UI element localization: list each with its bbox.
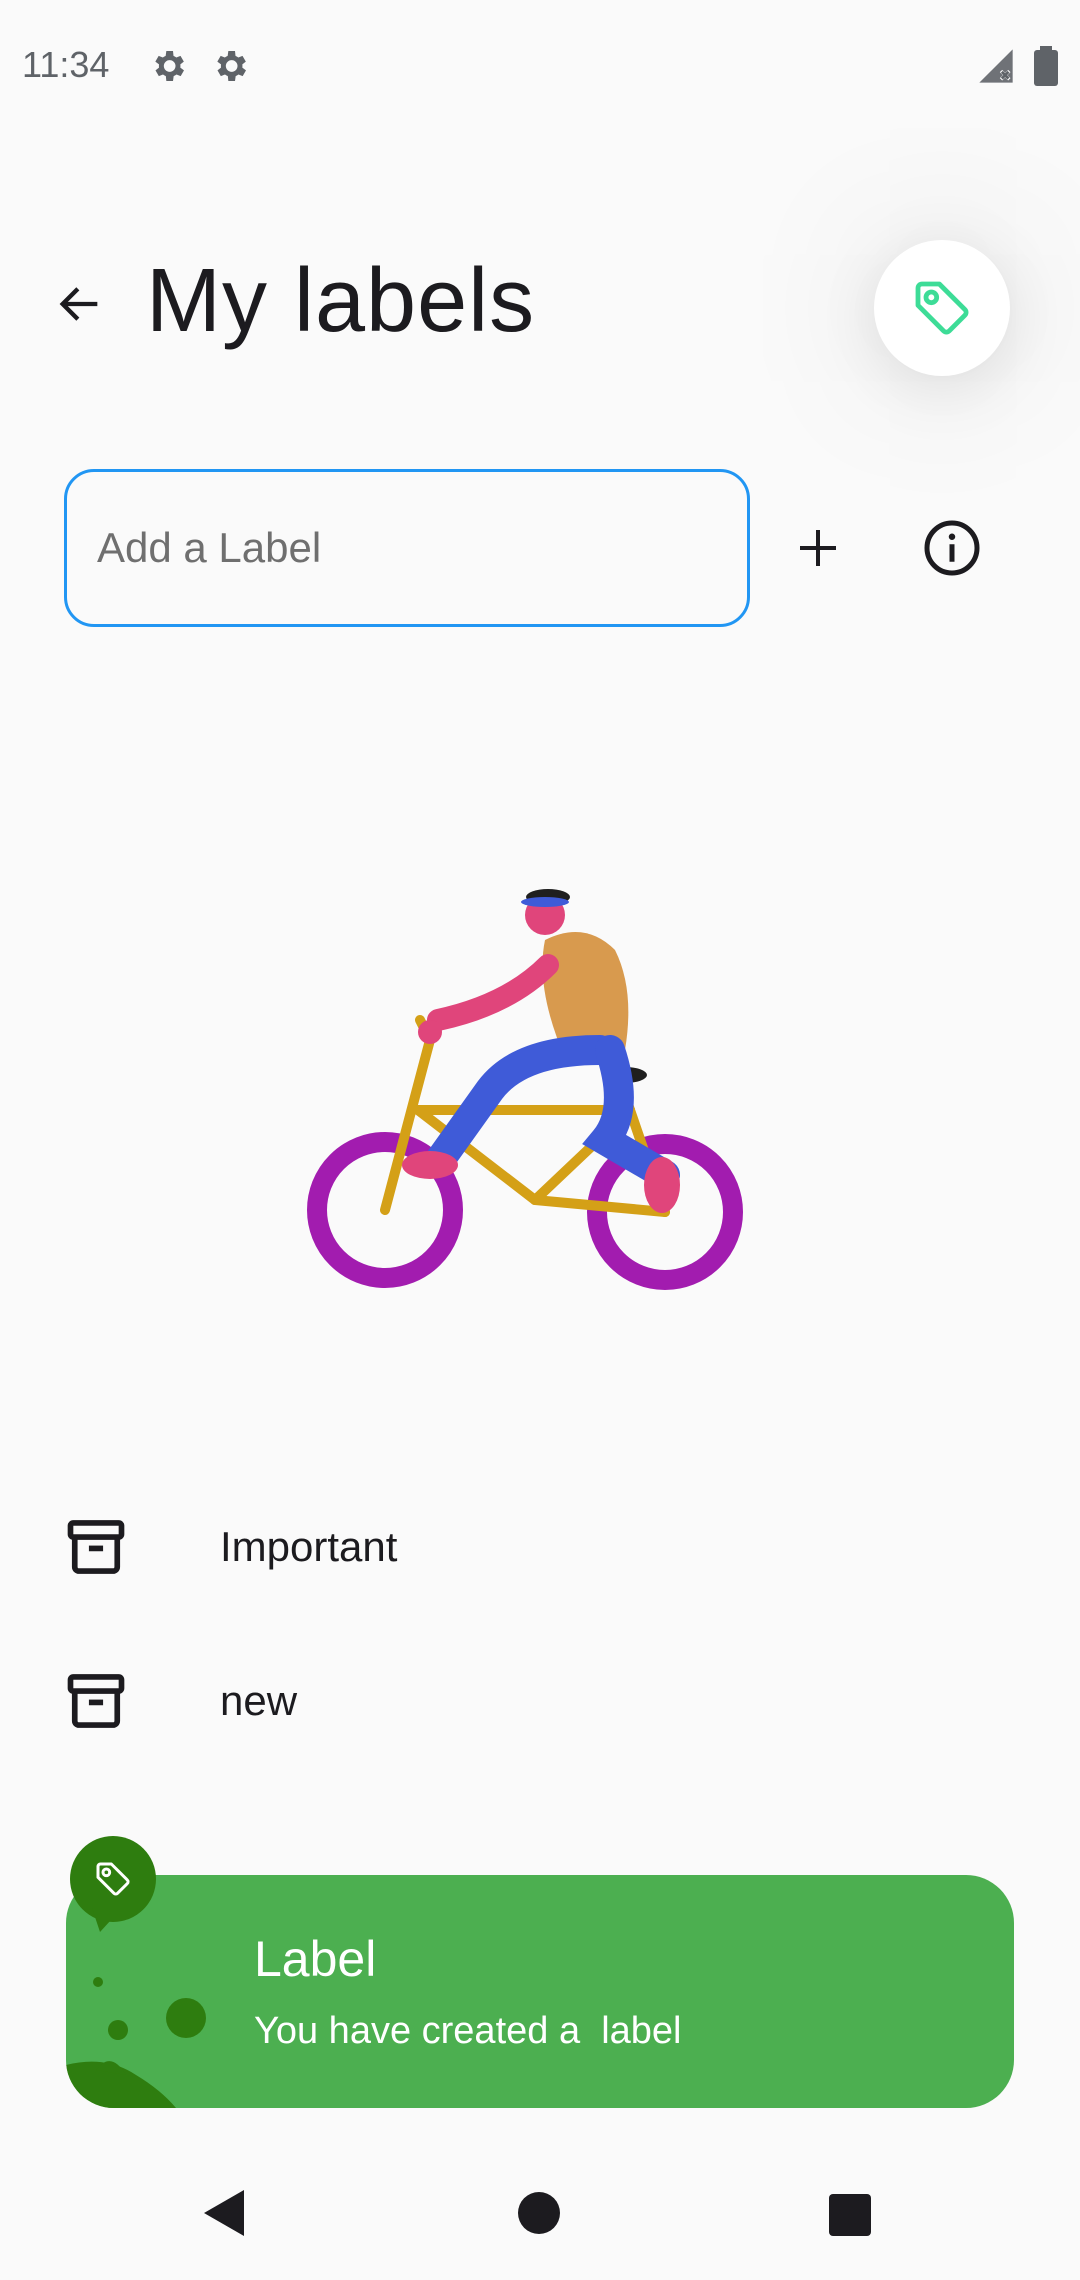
add-label-button[interactable] xyxy=(778,508,858,588)
nav-back-icon[interactable] xyxy=(200,2188,246,2238)
no-signal-icon xyxy=(979,49,1013,83)
status-right-icons xyxy=(976,46,1058,86)
archive-icon xyxy=(67,1674,125,1728)
nav-recents-icon[interactable] xyxy=(829,2194,871,2236)
snackbar-badge-tail xyxy=(92,1908,122,1932)
back-button[interactable] xyxy=(48,272,112,336)
snackbar-decoration xyxy=(66,1977,206,2108)
labels-fab[interactable] xyxy=(874,240,1010,376)
tag-icon xyxy=(915,281,969,335)
snackbar-title: Label xyxy=(254,1931,377,1987)
bicycle-rider-illustration xyxy=(307,889,743,1290)
list-item-important[interactable]: Important xyxy=(0,1472,1080,1622)
archive-icon xyxy=(67,1520,125,1574)
info-icon xyxy=(924,520,980,576)
plus-icon xyxy=(800,530,836,566)
page-title: My labels xyxy=(146,251,536,351)
status-time: 11:34 xyxy=(22,44,110,85)
label-created-snackbar: Label You have created a label xyxy=(66,1875,1014,2108)
info-button[interactable] xyxy=(912,508,992,588)
label-name: new xyxy=(220,1677,298,1724)
add-label-input[interactable] xyxy=(64,469,750,627)
nav-home-icon[interactable] xyxy=(518,2192,560,2234)
tag-icon xyxy=(96,1862,130,1896)
label-name: Important xyxy=(220,1523,398,1570)
settings-gear-icon xyxy=(148,46,188,86)
settings-gear-icon xyxy=(210,46,250,86)
battery-icon xyxy=(1034,46,1058,86)
arrow-back-icon xyxy=(59,287,98,321)
list-item-new[interactable]: new xyxy=(0,1626,1080,1776)
snackbar-message: You have created a label xyxy=(254,2010,682,2052)
